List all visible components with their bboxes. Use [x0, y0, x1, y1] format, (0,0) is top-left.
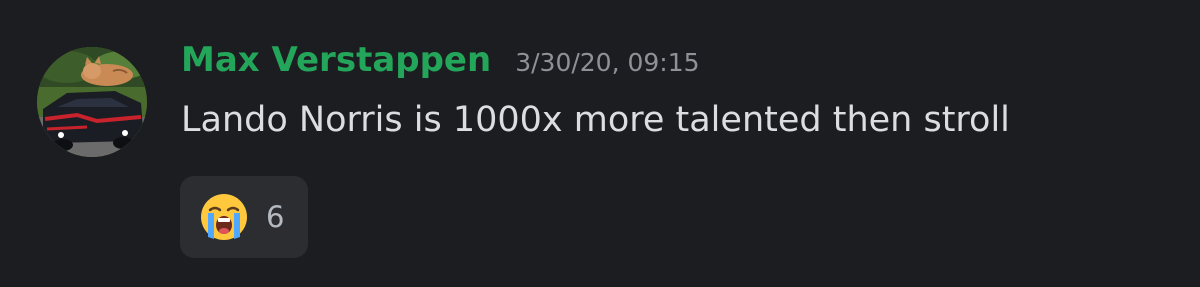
- username[interactable]: Max Verstappen: [181, 40, 491, 80]
- chat-message: Max Verstappen 3/30/20, 09:15 Lando Norr…: [0, 0, 1200, 287]
- message-content: Lando Norris is 1000x more talented then…: [181, 100, 1010, 140]
- reaction-button[interactable]: 6: [180, 176, 308, 258]
- loudly-crying-face-icon: [198, 191, 250, 243]
- message-header: Max Verstappen 3/30/20, 09:15: [181, 40, 700, 90]
- timestamp: 3/30/20, 09:15: [515, 48, 700, 77]
- avatar-image: [37, 47, 147, 157]
- avatar[interactable]: [37, 47, 147, 157]
- reaction-count: 6: [266, 200, 285, 234]
